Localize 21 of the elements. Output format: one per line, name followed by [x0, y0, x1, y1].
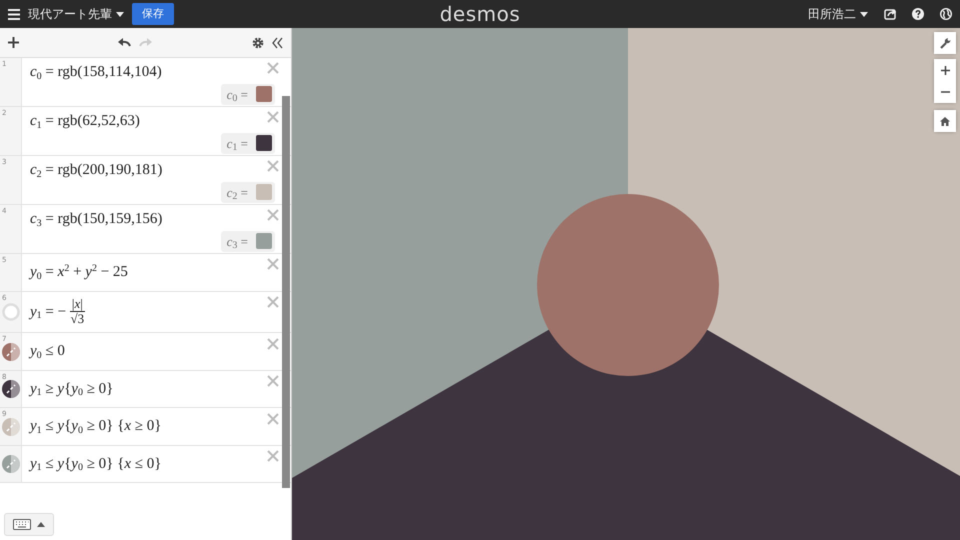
graph-title[interactable]: 現代アート先輩	[28, 5, 112, 23]
math-expression[interactable]: y$_{0}$ ≤ 0	[30, 340, 291, 363]
user-name[interactable]: 田所浩二	[808, 5, 856, 23]
color-swatch-button[interactable]: c$_{3}$ =	[220, 230, 275, 252]
logo: desmos	[440, 4, 520, 24]
math-expression[interactable]: y$_{0}$ = x$^{2}$ + y$^{2}$ − 25	[30, 261, 291, 284]
math-expression[interactable]: c$_{3}$ = rgb(150,159,156)	[30, 208, 291, 230]
save-button[interactable]: 保存	[132, 2, 174, 26]
color-swatch-button[interactable]: c$_{2}$ =	[220, 182, 275, 203]
math-expression[interactable]: y$_{1}$ ≤ y{y$_{0}$ ≥ 0} {x ≤ 0}	[30, 452, 291, 476]
swatch-label: c$_{0}$ =	[226, 86, 248, 104]
math-expression[interactable]: y$_{1}$ ≥ y{y$_{0}$ ≥ 0}	[30, 378, 291, 400]
color-swatch-button[interactable]: c$_{1}$ =	[220, 132, 275, 154]
math-expression[interactable]: y$_{1}$ ≤ y{y$_{0}$ ≥ 0} {x ≥ 0}	[30, 415, 291, 438]
math-expression[interactable]: c$_{1}$ = rgb(62,52,63)	[30, 110, 291, 132]
swatch-label: c$_{2}$ =	[226, 184, 248, 202]
math-expression[interactable]: c$_{2}$ = rgb(200,190,181)	[30, 159, 291, 182]
swatch-label: c$_{1}$ =	[226, 134, 248, 153]
color-swatch-button[interactable]: c$_{0}$ =	[220, 84, 275, 105]
math-expression[interactable]: c$_{0}$ = rgb(158,114,104)	[30, 61, 291, 84]
swatch-label: c$_{3}$ =	[226, 232, 248, 251]
